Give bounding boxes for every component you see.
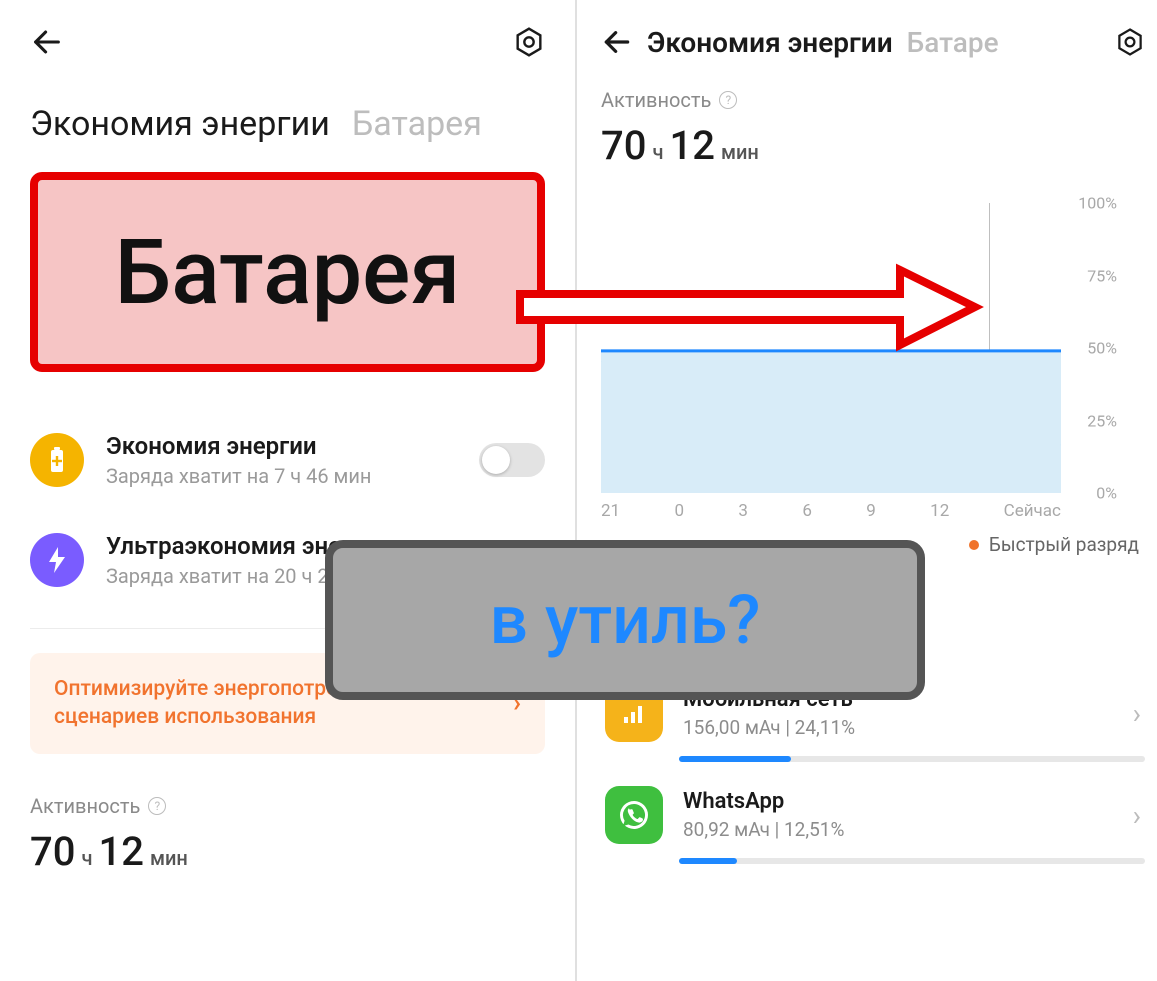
annotation-callout-text: в утиль? <box>490 580 761 660</box>
activity-label-left: Активность ? <box>30 794 545 818</box>
battery-chart[interactable]: 100%75%50%25%0% 21036912Сейчас <box>601 203 1145 521</box>
chart-y-label: 100% <box>1078 194 1117 213</box>
activity-label-right: Активность ? <box>601 88 1145 112</box>
gear-icon[interactable] <box>1115 27 1145 57</box>
annotation-hero-battery: Батарея <box>30 172 545 372</box>
back-icon[interactable] <box>30 25 64 59</box>
lightning-icon <box>30 533 84 587</box>
chevron-right-icon: › <box>1133 799 1141 832</box>
chart-x-labels: 21036912Сейчас <box>601 501 1061 521</box>
header-active[interactable]: Экономия энергии <box>647 26 893 59</box>
app-sub: 80,92 мАч | 12,51% <box>683 818 1113 841</box>
app-sub: 156,00 мАч | 24,11% <box>683 716 1113 739</box>
activity-block-left: Активность ? 70 ч 12 мин <box>30 794 545 875</box>
app-name: WhatsApp <box>683 789 1113 814</box>
usage-bar <box>679 858 1145 864</box>
pane-energy-saving: Экономия энергии Батарея Батарея Экономи… <box>0 0 577 981</box>
topbar-left <box>30 18 545 66</box>
legend-dot-icon <box>969 540 979 550</box>
power-saving-sub: Заряда хватит на 7 ч 46 мин <box>106 464 457 488</box>
app-text: WhatsApp 80,92 мАч | 12,51% <box>683 789 1113 841</box>
info-icon[interactable]: ? <box>148 797 166 815</box>
chevron-right-icon: › <box>1133 697 1141 730</box>
header-inactive[interactable]: Батаре <box>907 26 999 59</box>
topbar-right: Экономия энергии Батаре <box>601 18 1145 66</box>
app-row-whatsapp[interactable]: WhatsApp 80,92 мАч | 12,51% › <box>601 768 1145 850</box>
legend-label: Быстрый разряд <box>989 533 1139 556</box>
activity-time-right: 70 ч 12 мин <box>601 122 1145 169</box>
annotation-callout: в утиль? <box>325 540 925 700</box>
info-icon[interactable]: ? <box>719 91 737 109</box>
chart-y-label: 50% <box>1087 339 1117 358</box>
chart-y-label: 75% <box>1087 266 1117 285</box>
back-icon[interactable] <box>601 26 633 58</box>
row-power-saving[interactable]: Экономия энергии Заряда хватит на 7 ч 46… <box>30 410 545 510</box>
gear-icon[interactable] <box>513 26 545 58</box>
battery-plus-icon <box>30 433 84 487</box>
chart-y-label: 0% <box>1096 484 1117 503</box>
annotation-hero-label: Батарея <box>115 220 461 325</box>
activity-block-right: Активность ? 70 ч 12 мин <box>601 88 1145 169</box>
tab-battery[interactable]: Батарея <box>352 104 482 144</box>
toggle-power-saving[interactable] <box>479 443 545 477</box>
row-power-saving-text: Экономия энергии Заряда хватит на 7 ч 46… <box>106 432 457 488</box>
usage-bar <box>679 756 1145 762</box>
chart-svg <box>601 203 1061 493</box>
whatsapp-icon <box>605 786 663 844</box>
tabs-left: Экономия энергии Батарея <box>30 104 545 144</box>
activity-time-left: 70 ч 12 мин <box>30 828 545 875</box>
tab-energy-saving[interactable]: Экономия энергии <box>30 104 330 144</box>
pane-battery: Экономия энергии Батаре Активность ? 70 … <box>577 0 1157 981</box>
power-saving-title: Экономия энергии <box>106 432 457 460</box>
chart-y-label: 25% <box>1087 411 1117 430</box>
